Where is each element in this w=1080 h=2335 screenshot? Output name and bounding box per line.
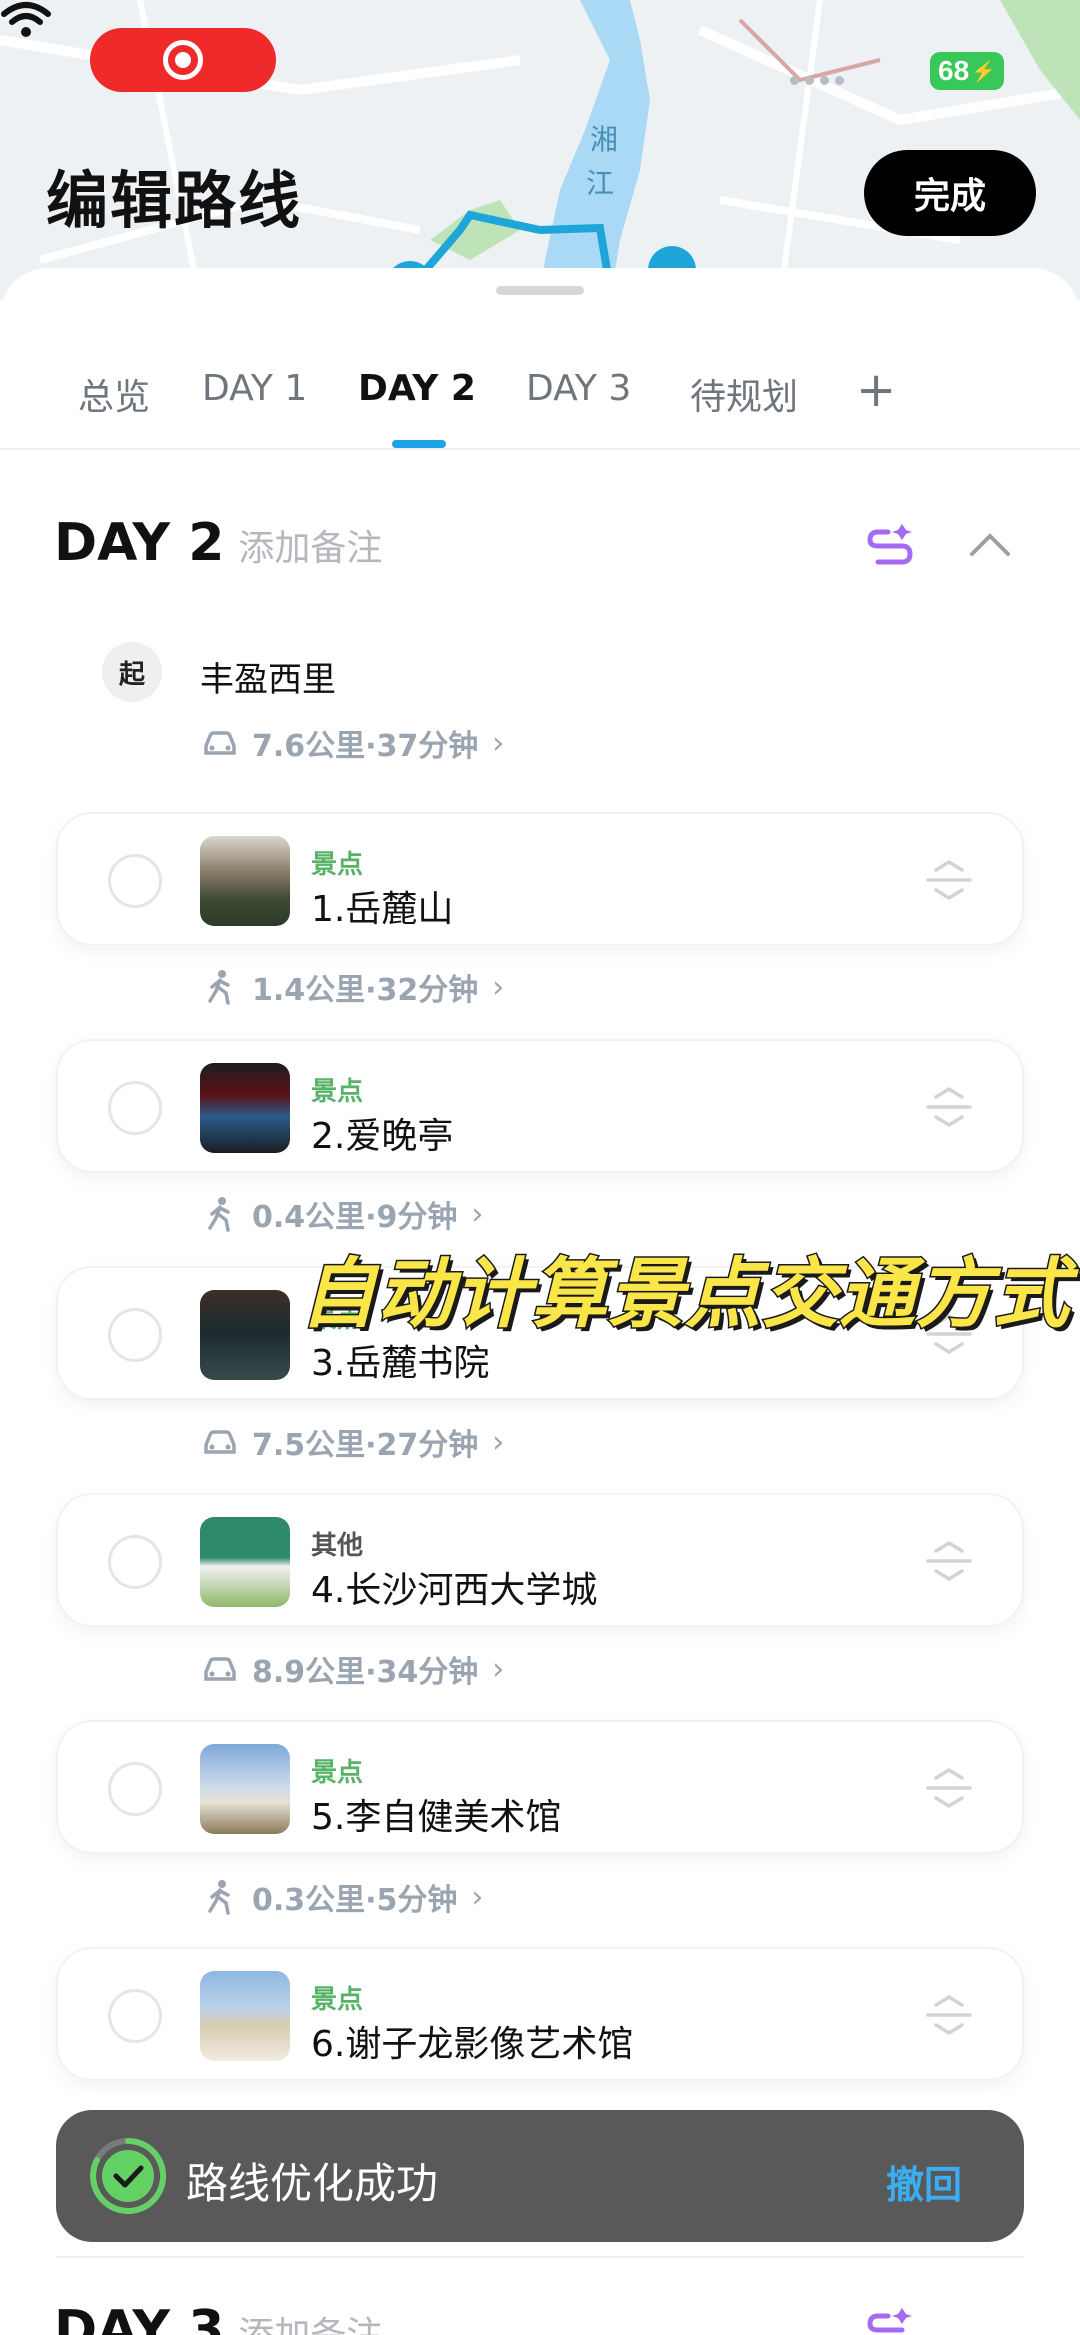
route-optimize-icon[interactable] [866,516,918,568]
stop-name: 5.李自健美术馆 [311,1797,562,1838]
drag-handle-icon[interactable] [924,1766,974,1810]
walk-icon [208,1197,230,1232]
stop-thumbnail [200,836,290,926]
day-title: DAY 2 [54,513,225,573]
next-day-header: DAY 3 添加备注 [54,2300,382,2335]
stop-thumbnail [200,1517,290,1607]
add-day-button[interactable]: + [856,366,896,414]
stop-card[interactable]: 景点 6.谢子龙影像艺术馆 [56,1947,1024,2081]
add-note-link[interactable]: 添加备注 [238,519,382,571]
leg-distance-time: 7.6公里·37分钟 [252,729,479,764]
stop-thumbnail [200,1744,290,1834]
stop-name: 2.爱晚亭 [311,1116,454,1157]
day-tabs: 总览 DAY 1 DAY 2 DAY 3 待规划 [0,368,1080,448]
screen-recording-indicator[interactable] [90,28,276,92]
chevron-right-icon: › [471,1196,484,1232]
record-icon [163,40,203,80]
chevron-right-icon: › [492,1424,505,1460]
tab-overview[interactable]: 总览 [78,368,150,420]
next-day-add-note-link[interactable]: 添加备注 [238,2306,382,2335]
stop-thumbnail [200,1063,290,1153]
stop-category: 景点 [311,850,364,880]
select-checkbox[interactable] [108,854,162,908]
stop-name: 6.谢子龙影像艺术馆 [311,2024,634,2065]
tab-unplanned[interactable]: 待规划 [690,368,798,420]
leg-distance-time: 8.9公里·34分钟 [252,1655,479,1690]
transport-leg[interactable]: 0.4公里·9分钟 › [202,1192,483,1236]
video-caption-overlay: 自动计算景点交通方式 [299,1248,1071,1340]
stop-name: 4.长沙河西大学城 [311,1570,598,1611]
transport-leg[interactable]: 7.6公里·37分钟 › [202,721,504,765]
leg-distance-time: 7.5公里·27分钟 [252,1428,479,1463]
chevron-right-icon: › [471,1879,484,1915]
battery-level: 68 [938,55,970,86]
next-day-title: DAY 3 [54,2300,225,2335]
route-optimize-icon[interactable] [866,2300,918,2335]
stop-card[interactable]: 其他 4.长沙河西大学城 [56,1493,1024,1627]
stop-thumbnail [200,1971,290,2061]
walk-icon [208,1880,230,1915]
select-checkbox[interactable] [108,1308,162,1362]
active-tab-indicator [392,440,446,448]
chevron-right-icon: › [492,725,505,761]
transport-leg[interactable]: 8.9公里·34分钟 › [202,1647,504,1691]
stop-card[interactable]: 景点 2.爱晚亭 [56,1039,1024,1173]
undo-button[interactable]: 撤回 [886,2154,962,2209]
start-point-name[interactable]: 丰盈西里 [200,652,336,701]
transport-leg[interactable]: 7.5公里·27分钟 › [202,1420,504,1464]
section-divider [56,2256,1024,2258]
wifi-icon [1,2,51,37]
car-icon [204,1430,236,1454]
stop-category: 景点 [311,1077,364,1107]
collapse-chevron-icon[interactable] [968,530,1012,558]
leg-distance-time: 1.4公里·32分钟 [252,973,479,1008]
success-toast: 路线优化成功 撤回 [56,2110,1024,2242]
stop-category: 景点 [311,1758,364,1788]
select-checkbox[interactable] [108,1081,162,1135]
stop-category: 景点 [311,1985,364,2015]
walk-icon [208,970,230,1005]
chevron-right-icon: › [492,1651,505,1687]
select-checkbox[interactable] [108,1762,162,1816]
car-icon [204,731,236,755]
battery-indicator: 68 ⚡ [930,52,1004,90]
stop-card[interactable]: 景点 5.李自健美术馆 [56,1720,1024,1854]
leg-distance-time: 0.4公里·9分钟 [252,1200,458,1235]
tabs-divider [0,448,1080,450]
transport-leg[interactable]: 0.3公里·5分钟 › [202,1875,483,1919]
success-check-icon [90,2137,167,2214]
select-checkbox[interactable] [108,1989,162,2043]
tab-day-1[interactable]: DAY 1 [202,368,307,409]
stop-category: 其他 [311,1531,364,1561]
charging-icon: ⚡ [971,60,997,83]
stop-thumbnail [200,1290,290,1380]
done-button[interactable]: 完成 [864,150,1036,236]
day-header: DAY 2 添加备注 [54,513,382,573]
map-header[interactable]: 湘 江 68 ⚡ 编辑路线 完成 [0,0,1080,300]
stop-card[interactable]: 景点 1.岳麓山 [56,812,1024,946]
toast-message: 路线优化成功 [186,2159,439,2208]
car-icon [204,1657,236,1681]
drag-handle-icon[interactable] [924,1993,974,2037]
drag-handle-icon[interactable] [924,1539,974,1583]
chevron-right-icon: › [492,969,505,1005]
tab-day-3[interactable]: DAY 3 [526,368,631,409]
cellular-signal-icon [790,76,844,85]
leg-distance-time: 0.3公里·5分钟 [252,1883,458,1918]
transport-leg[interactable]: 1.4公里·32分钟 › [202,965,504,1009]
drag-handle-icon[interactable] [924,1085,974,1129]
map-label-xiang: 湘 [590,123,619,156]
tab-day-2[interactable]: DAY 2 [358,368,476,409]
map-label-jiang: 江 [586,167,615,200]
select-checkbox[interactable] [108,1535,162,1589]
sheet-drag-handle[interactable] [496,286,584,295]
drag-handle-icon[interactable] [924,858,974,902]
stop-name: 1.岳麓山 [311,889,454,930]
page-title: 编辑路线 [46,164,303,237]
start-point-badge: 起 [102,642,162,702]
